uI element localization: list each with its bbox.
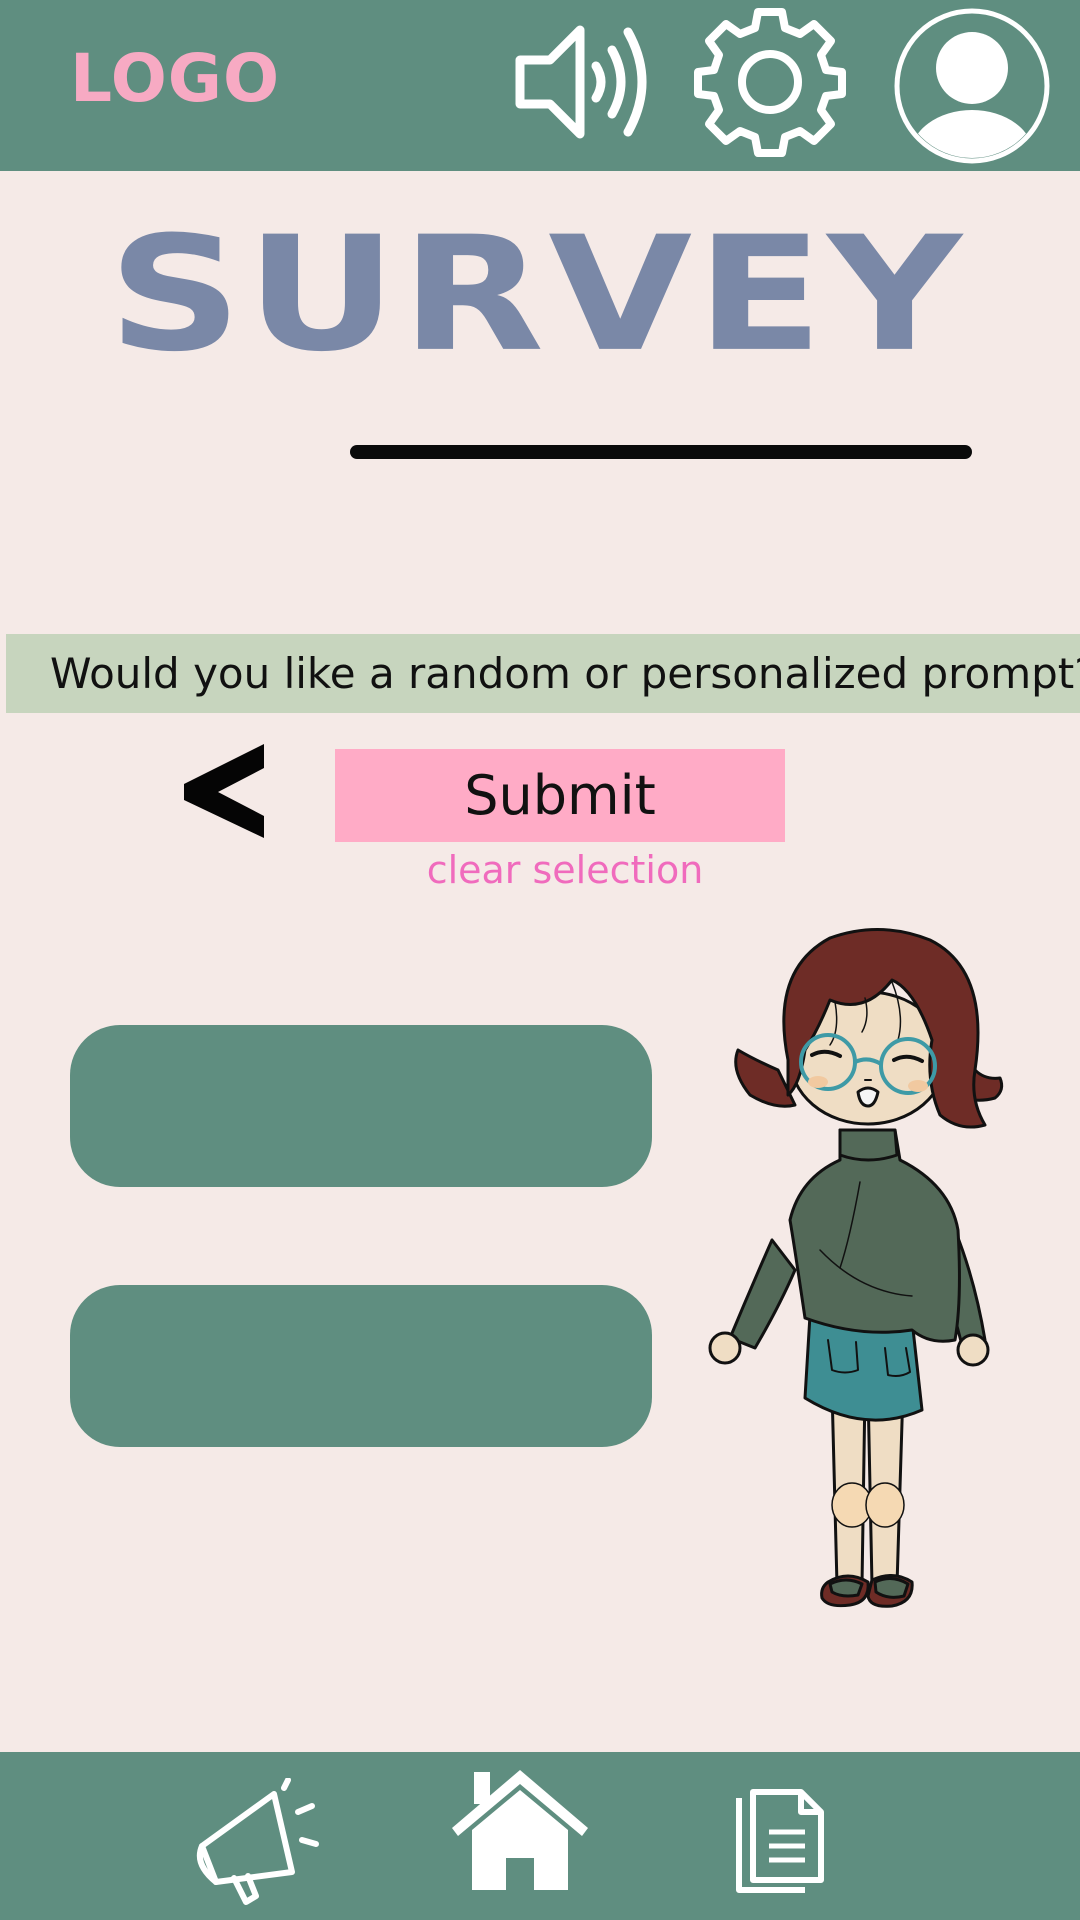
submit-button[interactable]: Submit: [335, 749, 785, 842]
prompt-banner: Would you like a random or personalized …: [6, 634, 1080, 713]
option-button-1[interactable]: [70, 1025, 652, 1187]
back-button[interactable]: [180, 740, 270, 840]
clear-selection-link[interactable]: clear selection: [335, 848, 795, 892]
title-underline: [350, 445, 972, 459]
home-icon[interactable]: [452, 1768, 588, 1890]
gear-icon[interactable]: [694, 6, 846, 158]
top-bar: LOGO: [0, 0, 1080, 171]
option-button-2[interactable]: [70, 1285, 652, 1447]
prompt-question: Would you like a random or personalized …: [50, 649, 1080, 698]
character-illustration: [708, 927, 1004, 1608]
megaphone-icon[interactable]: [192, 1778, 326, 1908]
sound-icon[interactable]: [514, 22, 650, 142]
page-title: SURVEY: [108, 201, 966, 387]
logo[interactable]: LOGO: [70, 40, 280, 117]
profile-icon[interactable]: [892, 6, 1052, 166]
document-icon[interactable]: [735, 1788, 825, 1894]
